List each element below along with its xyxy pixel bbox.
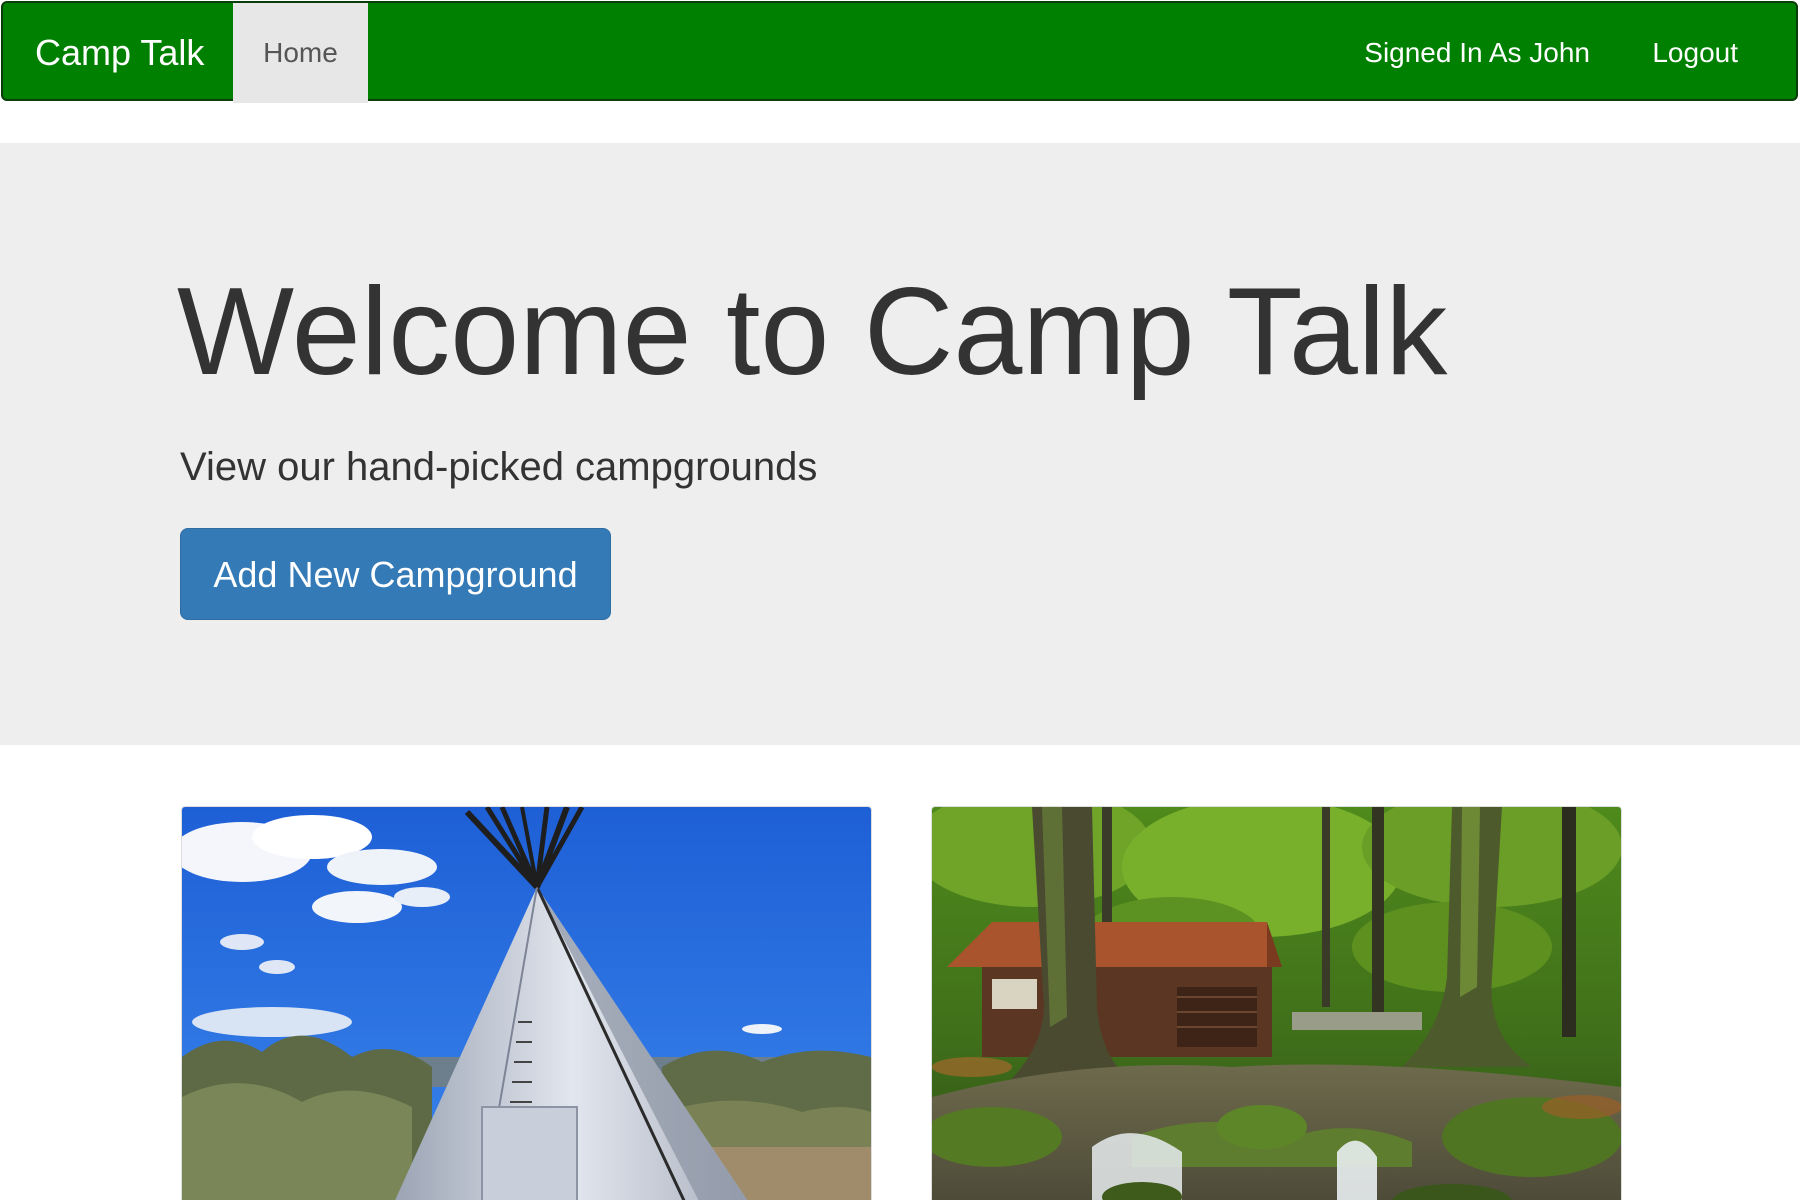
signed-in-user-link[interactable]: Signed In As John (1364, 3, 1590, 103)
campground-card[interactable] (931, 806, 1622, 1200)
navbar: Camp Talk Home Signed In As John Logout (1, 1, 1798, 103)
teepee-image[interactable] (182, 807, 871, 1200)
campground-card[interactable] (181, 806, 872, 1200)
forest-cabin-image[interactable] (932, 807, 1621, 1200)
page-title: Welcome to Camp Talk (177, 263, 1448, 401)
brand-link[interactable]: Camp Talk (35, 3, 204, 103)
add-campground-button[interactable]: Add New Campground (180, 528, 611, 620)
page: Camp Talk Home Signed In As John Logout … (0, 0, 1800, 1200)
page-subtitle: View our hand-picked campgrounds (180, 445, 818, 489)
nav-home-link[interactable]: Home (233, 3, 368, 103)
logout-link[interactable]: Logout (1652, 3, 1738, 103)
